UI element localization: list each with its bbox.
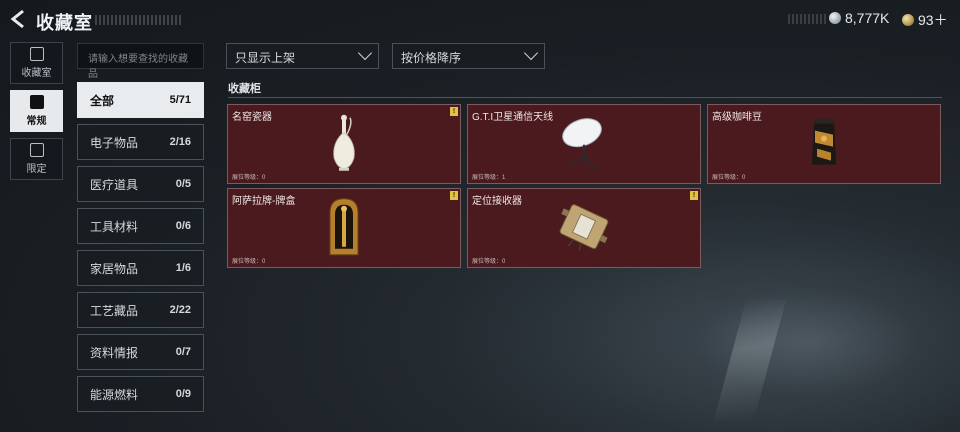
category-count: 0/5 (175, 178, 191, 190)
collection-room-icon (29, 47, 44, 61)
receiver-device-icon (556, 201, 612, 258)
item-name: 高级咖啡豆 (712, 112, 762, 123)
category-label: 电子物品 (90, 135, 139, 150)
category-medical[interactable]: 医疗道具 0/5 (77, 166, 204, 202)
rail-item-limited[interactable]: 限定 (10, 138, 63, 180)
item-level: 展位等级：0 (472, 259, 506, 265)
info-badge-icon: ! (450, 107, 458, 116)
item-level: 展位等级：0 (232, 175, 266, 181)
display-filter-value: 只显示上架 (235, 51, 296, 65)
porcelain-vase-icon (329, 114, 359, 177)
silver-coin-icon (829, 12, 841, 24)
title-decoration (95, 15, 181, 25)
category-count: 1/6 (175, 262, 191, 274)
category-count: 2/16 (169, 136, 191, 148)
category-label: 能源燃料 (90, 387, 139, 402)
info-badge-icon: ! (690, 191, 698, 200)
item-name: 名窑瓷器 (232, 112, 272, 123)
rail-item-regular[interactable]: 常规 (10, 90, 63, 132)
category-label: 工艺藏品 (90, 303, 139, 318)
sort-value: 按价格降序 (401, 51, 462, 65)
coffee-bag-icon (809, 117, 839, 174)
item-card[interactable]: G.T.I卫星通信天线 展位等级：1 (467, 104, 701, 184)
category-label: 资料情报 (90, 345, 139, 360)
item-level: 展位等级：0 (712, 175, 746, 181)
category-crafts[interactable]: 工艺藏品 2/22 (77, 292, 204, 328)
gold-coin-icon (902, 14, 914, 26)
item-name: G.T.I卫星通信天线 (472, 112, 554, 123)
regular-icon (29, 95, 44, 109)
rail-item-label: 收藏室 (21, 68, 52, 79)
category-count: 5/71 (169, 94, 191, 106)
sort-dropdown[interactable]: 按价格降序 (392, 43, 545, 69)
item-card[interactable]: 定位接收器 ! 展位等级：0 (467, 188, 701, 268)
category-count: 2/22 (169, 304, 191, 316)
silver-amount: 8,777K (845, 10, 890, 26)
category-tools[interactable]: 工具材料 0/6 (77, 208, 204, 244)
top-bar: 收藏室 8,777K 93＋ (0, 0, 960, 38)
rail-item-label: 限定 (26, 164, 47, 175)
category-count: 0/6 (175, 220, 191, 232)
section-title: 收藏柜 (228, 83, 261, 95)
item-name: 定位接收器 (472, 196, 522, 207)
gold-amount: 93＋ (918, 12, 948, 28)
category-energy[interactable]: 能源燃料 0/9 (77, 376, 204, 412)
info-badge-icon: ! (450, 191, 458, 200)
item-level: 展位等级：1 (472, 175, 506, 181)
category-label: 医疗道具 (90, 177, 139, 192)
display-filter-dropdown[interactable]: 只显示上架 (226, 43, 379, 69)
background-crack (713, 300, 787, 420)
card-box-icon (328, 197, 360, 262)
item-card[interactable]: 阿萨拉牌-牌盒 ! 展位等级：0 (227, 188, 461, 268)
rail-item-label: 常规 (26, 116, 47, 127)
currency-decoration (788, 14, 828, 24)
silver-currency[interactable]: 8,777K (829, 10, 889, 26)
rail-item-collection-room[interactable]: 收藏室 (10, 42, 63, 84)
category-label: 全部 (90, 93, 115, 108)
item-card[interactable]: 名窑瓷器 ! 展位等级：0 (227, 104, 461, 184)
category-intel[interactable]: 资料情报 0/7 (77, 334, 204, 370)
category-all[interactable]: 全部 5/71 (77, 82, 204, 118)
category-label: 家居物品 (90, 261, 139, 276)
category-count: 0/7 (175, 346, 191, 358)
section-divider (228, 97, 942, 98)
item-level: 展位等级：0 (232, 259, 266, 265)
category-count: 0/9 (175, 388, 191, 400)
limited-icon (29, 143, 44, 157)
item-name: 阿萨拉牌-牌盒 (232, 196, 296, 207)
category-electronics[interactable]: 电子物品 2/16 (77, 124, 204, 160)
item-card[interactable]: 高级咖啡豆 展位等级：0 (707, 104, 941, 184)
category-label: 工具材料 (90, 219, 139, 234)
satellite-dish-icon (558, 115, 610, 176)
search-input[interactable]: 请输入想要查找的收藏品 (77, 43, 204, 80)
chevron-down-icon (357, 45, 373, 61)
category-household[interactable]: 家居物品 1/6 (77, 250, 204, 286)
page-title: 收藏室 (36, 13, 93, 33)
back-arrow-icon[interactable] (8, 8, 30, 30)
chevron-down-icon (523, 45, 539, 61)
gold-currency[interactable]: 93＋ (902, 10, 948, 30)
